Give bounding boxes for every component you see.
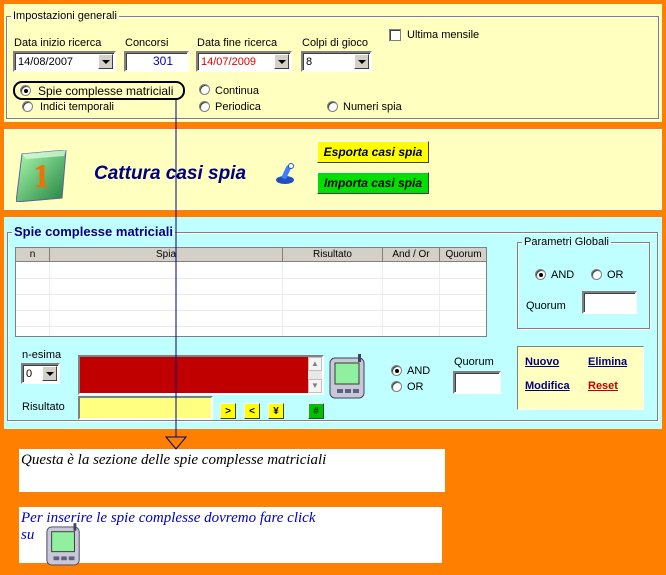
pointer-arrow: [164, 100, 188, 450]
